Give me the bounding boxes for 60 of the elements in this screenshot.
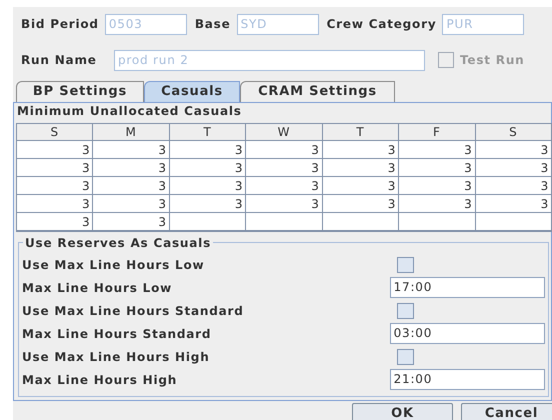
table-cell: 3 [476,159,552,177]
checkbox[interactable] [397,256,414,272]
field-label: Base [194,16,231,33]
column-header: S [476,124,552,141]
column-header: T [170,124,246,141]
table-cell: 3 [93,213,170,231]
table-cell: 3 [170,195,246,213]
checkbox[interactable] [397,302,414,318]
table-cell: 3 [246,141,323,159]
table-cell: 3 [17,213,94,231]
table-cell: 3 [476,177,552,195]
table-cell: 3 [93,195,170,213]
checkbox[interactable] [397,348,414,364]
table-cell: 3 [17,141,94,159]
table-cell: 3 [170,177,246,195]
table-cell: 3 [399,159,476,177]
field-label: Use Max Line Hours Low [22,256,206,274]
table-cell: 3 [476,195,552,213]
tab[interactable]: CRAM Settings [240,81,395,102]
table-cell: 3 [93,159,170,177]
table-cell: 3 [93,177,170,195]
tab[interactable]: BP Settings [16,81,144,102]
field-label: Use Max Line Hours High [22,348,211,366]
table-cell: 3 [399,177,476,195]
dialog-button[interactable]: Cancel [461,403,552,420]
tab[interactable]: Casuals [144,81,240,102]
field-label: Max Line Hours Standard [22,326,212,342]
field-label: Run Name [21,52,98,69]
section-title: Minimum Unallocated Casuals [16,103,243,120]
table-cell: 3 [246,177,323,195]
field-label: Crew Category [326,16,436,33]
field-label: Use Max Line Hours Standard [22,302,245,320]
table-cell: 3 [322,159,400,177]
text-field[interactable]: 17:00 [390,277,545,298]
dialog-button[interactable]: OK [352,403,453,420]
table-cell: 3 [246,159,323,177]
column-header: S [17,124,94,141]
table-cell: 3 [17,159,94,177]
column-header: W [246,124,323,141]
table-cell: 3 [322,177,400,195]
table-cell: 3 [322,195,400,213]
checkbox-label: Test Run [460,52,525,69]
table-cell: 3 [93,141,170,159]
column-header: F [399,124,476,141]
field-label: Max Line Hours High [22,372,178,388]
table-cell: 3 [399,141,476,159]
table-cell: 3 [399,195,476,213]
table-cell: 3 [17,195,94,213]
text-field[interactable]: 03:00 [390,323,545,344]
table-cell: 3 [246,195,323,213]
table-cell: 3 [17,177,94,195]
field-label: Max Line Hours Low [22,280,174,296]
table-cell: 3 [476,141,552,159]
table-cell: 3 [322,141,400,159]
text-field[interactable]: 21:00 [390,369,545,390]
table-cell: 3 [170,141,246,159]
column-header: M [93,124,170,141]
table-cell: 3 [170,159,246,177]
field-label: Bid Period [21,16,99,33]
column-header: T [322,124,400,141]
